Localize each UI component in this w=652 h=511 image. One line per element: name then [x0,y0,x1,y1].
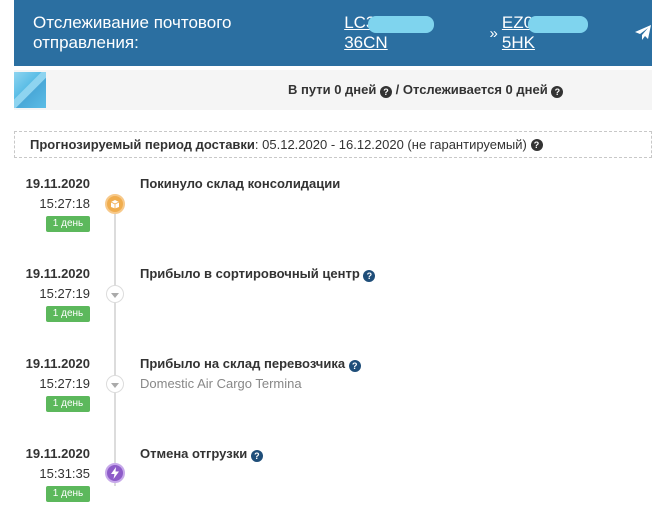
tracking-duration: В пути 0 дней ? / Отслеживается 0 дней ? [288,82,564,98]
event-date: 19.11.2020 [25,446,90,461]
origin-tracking-link[interactable]: LC336CN [344,13,485,53]
event-date: 19.11.2020 [25,266,90,281]
status-separator: / [395,82,400,97]
header-title: Отслеживание почтового отправления: [33,13,232,52]
event-time: 15:27:18 [39,196,90,211]
event-date: 19.11.2020 [25,356,90,371]
event-time: 15:27:19 [39,376,90,391]
help-icon[interactable]: ? [551,86,564,98]
days-badge: 1 день [46,486,90,502]
event-title-row: Прибыло в сортировочный центр ? [140,266,376,282]
event-date: 19.11.2020 [25,176,90,191]
forecast-label: Прогнозируемый период доставки [30,137,255,152]
event-title: Прибыло на склад перевозчика [140,356,346,371]
help-icon[interactable]: ? [348,360,361,372]
tracking-header: Отслеживание почтового отправления: LC33… [14,0,652,66]
days-badge: 1 день [46,216,90,232]
days-badge: 1 день [46,396,90,412]
help-icon[interactable]: ? [380,86,393,98]
event-title-row: Отмена отгрузки ? [140,446,263,462]
forecast-value: : 05.12.2020 - 16.12.2020 (не гарантируе… [254,137,527,152]
redaction-overlay [527,16,588,33]
box-icon [105,194,125,214]
event-title: Прибыло в сортировочный центр [140,266,360,281]
event-time: 15:31:35 [39,466,90,481]
destination-tracking-link[interactable]: EZ05HK [502,13,627,53]
help-icon[interactable]: ? [363,270,376,282]
destination-tracking-end: 5HK [501,33,535,52]
help-icon[interactable]: ? [530,138,543,151]
arrow-separator: » [489,24,498,42]
tracked-days: Отслеживается 0 дней [402,82,548,97]
event-location: Domestic Air Cargo Termina [140,376,302,391]
origin-tracking-end: 36CN [344,33,388,52]
event-title-row: Прибыло на склад перевозчика ? [140,356,361,372]
tracking-status-bar: В пути 0 дней ? / Отслеживается 0 дней ? [14,70,652,110]
in-transit-days: В пути 0 дней [288,82,377,97]
timeline-line [114,196,116,486]
delivery-forecast: Прогнозируемый период доставки: 05.12.20… [14,131,652,158]
days-badge: 1 день [46,306,90,322]
lightning-icon [105,463,125,483]
chevron-down-icon [106,285,124,303]
event-time: 15:27:19 [39,286,90,301]
redaction-overlay [368,16,435,33]
help-icon[interactable]: ? [250,450,263,462]
parcel-thumbnail [14,72,46,108]
event-title: Покинуло склад консолидации [140,176,341,191]
event-title: Отмена отгрузки [140,446,248,461]
chevron-down-icon [106,375,124,393]
paper-plane-icon[interactable] [634,24,652,42]
